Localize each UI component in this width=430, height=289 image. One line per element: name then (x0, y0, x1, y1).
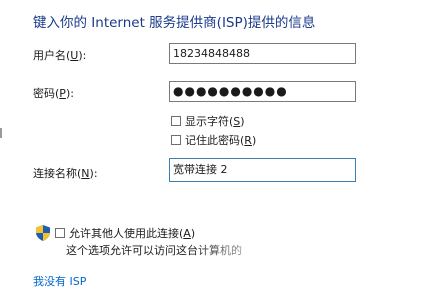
username-label: 用户名(U): (33, 49, 87, 62)
allow-others-label: 允许其他人使用此连接(A) (69, 227, 196, 240)
allow-others-checkbox[interactable] (55, 228, 65, 238)
password-label: 密码(P): (33, 87, 74, 100)
page-heading: 键入你的 Internet 服务提供商(ISP)提供的信息 (33, 15, 316, 31)
username-field[interactable]: 18234848488 (169, 43, 356, 64)
allow-others-row[interactable]: 允许其他人使用此连接(A) (36, 225, 195, 241)
remember-password-checkbox[interactable]: 记住此密码(R) (171, 132, 256, 148)
no-isp-link[interactable]: 我没有 ISP (33, 273, 86, 289)
password-field[interactable]: ●●●●●●●●●● (169, 81, 356, 102)
window-edge-mark (0, 128, 2, 138)
connection-name-field[interactable]: 宽带连接 2 (169, 158, 356, 182)
fade-overlay (190, 236, 430, 260)
checkbox-box[interactable] (171, 135, 181, 145)
show-characters-checkbox[interactable]: 显示字符(S) (171, 113, 245, 129)
checkbox-box[interactable] (171, 116, 181, 126)
connection-name-label: 连接名称(N): (33, 167, 98, 180)
uac-shield-icon (36, 225, 50, 241)
